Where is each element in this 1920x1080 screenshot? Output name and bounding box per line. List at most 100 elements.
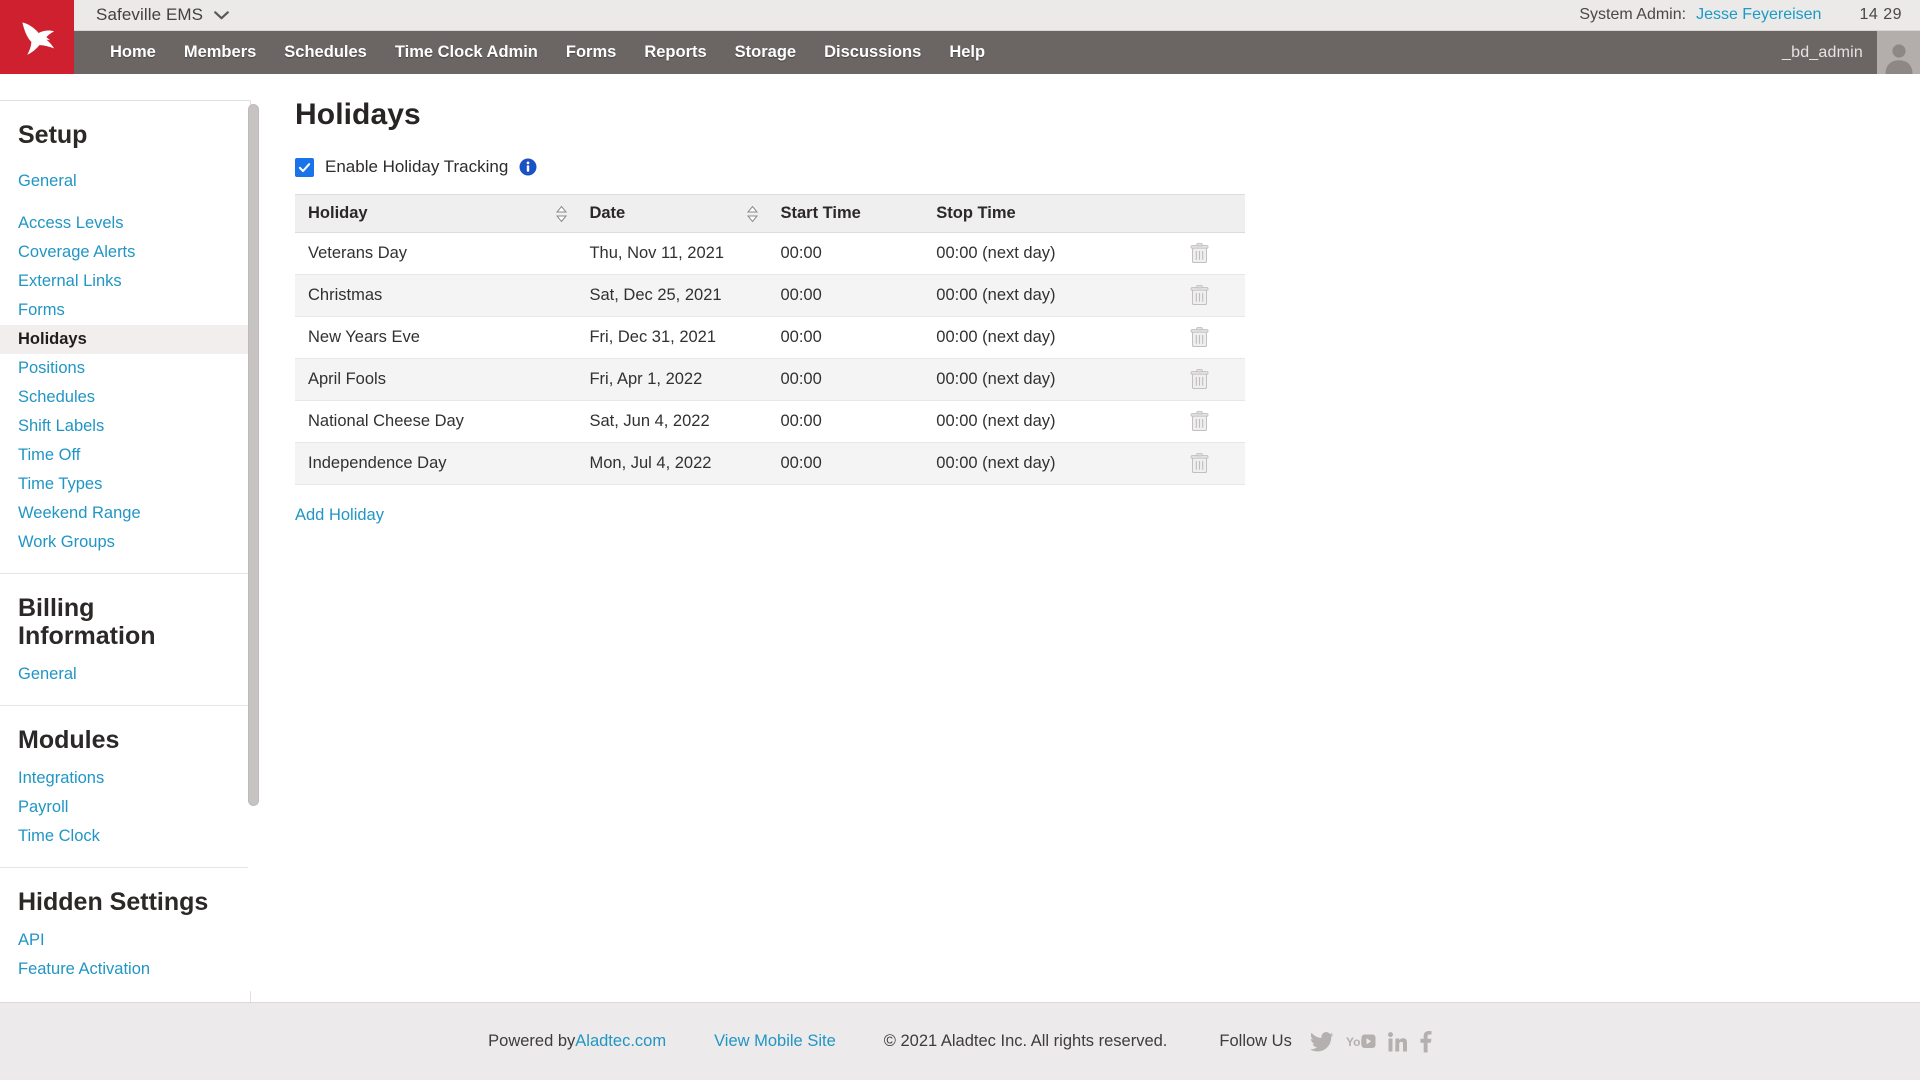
sidebar-item-general[interactable]: General xyxy=(0,167,250,196)
sidebar-item-shift-labels[interactable]: Shift Labels xyxy=(0,412,250,441)
cell-date: Thu, Nov 11, 2021 xyxy=(576,232,768,275)
table-header-row: Holiday Date Start Time Stop Time xyxy=(295,194,1245,233)
cell-delete xyxy=(1164,274,1245,317)
cell-date: Mon, Jul 4, 2022 xyxy=(576,442,768,485)
sidebar-item-time-types[interactable]: Time Types xyxy=(0,470,250,499)
nav-item-schedules[interactable]: Schedules xyxy=(270,31,381,74)
column-header-start-time: Start Time xyxy=(767,194,924,233)
sidebar-links: General Access Levels Coverage Alerts Ex… xyxy=(0,167,250,573)
aladtec-link[interactable]: Aladtec.com xyxy=(575,1032,666,1051)
cell-date: Sat, Dec 25, 2021 xyxy=(576,274,768,317)
cell-date: Sat, Jun 4, 2022 xyxy=(576,400,768,443)
page-body: Setup General Access Levels Coverage Ale… xyxy=(0,74,1920,1002)
cell-stop-time: 00:00 (next day) xyxy=(923,232,1165,275)
trash-icon[interactable] xyxy=(1190,243,1209,264)
trash-icon[interactable] xyxy=(1190,411,1209,432)
column-header-holiday[interactable]: Holiday xyxy=(295,194,577,233)
facebook-icon[interactable] xyxy=(1419,1030,1432,1053)
nav-item-reports[interactable]: Reports xyxy=(630,31,720,74)
column-header-actions xyxy=(1164,194,1245,233)
cell-delete xyxy=(1164,400,1245,443)
enable-holiday-tracking-label: Enable Holiday Tracking xyxy=(325,157,509,176)
powered-by: Powered by Aladtec.com xyxy=(488,1032,666,1051)
add-holiday-link[interactable]: Add Holiday xyxy=(295,506,384,525)
column-header-date[interactable]: Date xyxy=(576,194,768,233)
sidebar-links: Integrations Payroll Time Clock xyxy=(0,764,250,867)
info-icon[interactable] xyxy=(519,158,537,176)
cell-delete xyxy=(1164,358,1245,401)
cell-holiday: Christmas xyxy=(295,274,577,317)
trash-icon[interactable] xyxy=(1190,453,1209,474)
avatar[interactable] xyxy=(1877,31,1920,74)
sidebar-scrollbar-thumb[interactable] xyxy=(248,104,259,806)
enable-holiday-tracking-checkbox[interactable] xyxy=(295,157,314,177)
sidebar-section-hidden-settings: Hidden Settings API Feature Activation xyxy=(0,868,250,1000)
table-row: April Fools Fri, Apr 1, 2022 00:00 00:00… xyxy=(295,358,1245,401)
clock-display: 14 29 xyxy=(1859,6,1902,23)
cell-holiday: April Fools xyxy=(295,358,577,401)
sidebar-item-forms[interactable]: Forms xyxy=(0,296,250,325)
sidebar-item-work-groups[interactable]: Work Groups xyxy=(0,528,250,557)
trash-icon[interactable] xyxy=(1190,327,1209,348)
cell-start-time: 00:00 xyxy=(767,400,924,443)
page-title: Holidays xyxy=(295,98,421,131)
cell-holiday: Independence Day xyxy=(295,442,577,485)
cell-stop-time: 00:00 (next day) xyxy=(923,316,1165,359)
nav-item-members[interactable]: Members xyxy=(170,31,270,74)
cell-delete xyxy=(1164,442,1245,485)
sidebar-item-weekend-range[interactable]: Weekend Range xyxy=(0,499,250,528)
sidebar-item-time-clock[interactable]: Time Clock xyxy=(0,822,250,851)
chevron-down-icon xyxy=(214,10,230,20)
app-logo[interactable] xyxy=(0,0,74,74)
system-admin-name-link[interactable]: Jesse Feyereisen xyxy=(1696,6,1821,24)
cell-start-time: 00:00 xyxy=(767,442,924,485)
nav-items: Home Members Schedules Time Clock Admin … xyxy=(96,31,999,74)
current-username[interactable]: _bd_admin xyxy=(1782,31,1877,74)
table-row: Christmas Sat, Dec 25, 2021 00:00 00:00 … xyxy=(295,274,1245,317)
twitter-icon[interactable] xyxy=(1309,1031,1334,1052)
holidays-table: Holiday Date Start Time Stop Time Vetera… xyxy=(295,194,1245,485)
sidebar: Setup General Access Levels Coverage Ale… xyxy=(0,100,251,1002)
nav-item-home[interactable]: Home xyxy=(96,31,170,74)
view-mobile-site-link[interactable]: View Mobile Site xyxy=(714,1032,836,1051)
nav-item-help[interactable]: Help xyxy=(935,31,999,74)
nav-item-time-clock-admin[interactable]: Time Clock Admin xyxy=(381,31,552,74)
org-switcher[interactable]: Safeville EMS xyxy=(96,5,230,25)
sidebar-item-schedules[interactable]: Schedules xyxy=(0,383,250,412)
youtube-icon[interactable]: You xyxy=(1346,1031,1376,1052)
table-row: Veterans Day Thu, Nov 11, 2021 00:00 00:… xyxy=(295,232,1245,275)
nav-item-forms[interactable]: Forms xyxy=(552,31,630,74)
nav-item-storage[interactable]: Storage xyxy=(721,31,810,74)
cell-stop-time: 00:00 (next day) xyxy=(923,400,1165,443)
cell-stop-time: 00:00 (next day) xyxy=(923,358,1165,401)
sidebar-item-integrations[interactable]: Integrations xyxy=(0,764,250,793)
sidebar-item-feature-activation[interactable]: Feature Activation xyxy=(0,955,250,984)
cell-holiday: New Years Eve xyxy=(295,316,577,359)
sidebar-item-positions[interactable]: Positions xyxy=(0,354,250,383)
follow-us-label: Follow Us xyxy=(1219,1032,1292,1050)
trash-icon[interactable] xyxy=(1190,369,1209,390)
sidebar-item-time-off[interactable]: Time Off xyxy=(0,441,250,470)
user-avatar-icon xyxy=(1882,40,1916,74)
sidebar-item-holidays[interactable]: Holidays xyxy=(0,325,250,354)
linkedin-icon[interactable] xyxy=(1387,1031,1407,1052)
sidebar-section-title: Hidden Settings xyxy=(18,888,209,916)
sidebar-scrollbar[interactable] xyxy=(248,104,259,992)
nav-item-discussions[interactable]: Discussions xyxy=(810,31,935,74)
holidays-table-body: Veterans Day Thu, Nov 11, 2021 00:00 00:… xyxy=(295,232,1245,485)
sidebar-item-payroll[interactable]: Payroll xyxy=(0,793,250,822)
sidebar-item-external-links[interactable]: External Links xyxy=(0,267,250,296)
cell-date: Fri, Dec 31, 2021 xyxy=(576,316,768,359)
trash-icon[interactable] xyxy=(1190,285,1209,306)
table-row: National Cheese Day Sat, Jun 4, 2022 00:… xyxy=(295,400,1245,443)
sidebar-item-api[interactable]: API xyxy=(0,926,250,955)
sidebar-section-billing: Billing Information General xyxy=(0,574,250,706)
sidebar-item-billing-general[interactable]: General xyxy=(0,660,250,689)
sidebar-item-access-levels[interactable]: Access Levels xyxy=(0,209,250,238)
sidebar-section-title: Setup xyxy=(18,121,88,149)
cell-stop-time: 00:00 (next day) xyxy=(923,442,1165,485)
sidebar-wrapper: Setup General Access Levels Coverage Ale… xyxy=(0,74,267,1002)
org-name: Safeville EMS xyxy=(96,5,204,24)
sidebar-item-coverage-alerts[interactable]: Coverage Alerts xyxy=(0,238,250,267)
cell-stop-time: 00:00 (next day) xyxy=(923,274,1165,317)
